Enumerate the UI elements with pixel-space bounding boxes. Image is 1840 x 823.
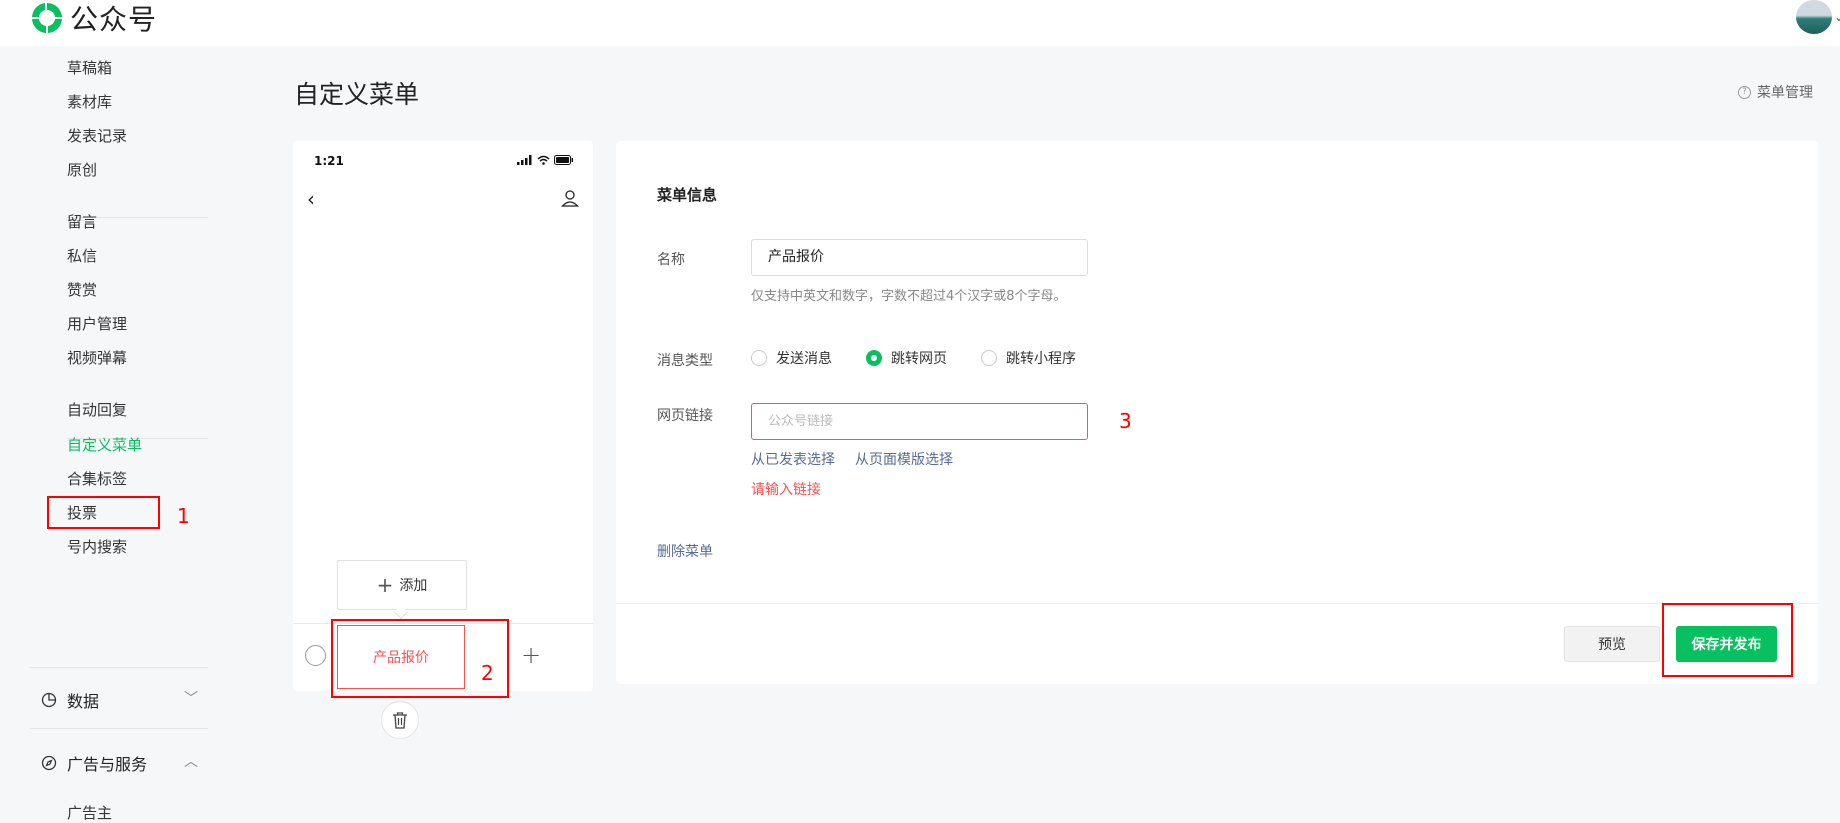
menu-management-label: 菜单管理 xyxy=(1757,85,1813,101)
phone-preview: 1:21 ‹ + 添加 产品报价 + xyxy=(293,141,593,691)
sidebar-divider xyxy=(30,667,208,668)
annotation-number: 2 xyxy=(481,661,494,685)
add-submenu-label: 添加 xyxy=(399,578,428,594)
name-hint: 仅支持中英文和数字，字数不超过4个汉字或8个字母。 xyxy=(751,289,1067,304)
brand[interactable]: 公众号 xyxy=(28,0,157,36)
phone-status-icons xyxy=(517,155,574,165)
radio-label: 跳转小程序 xyxy=(1006,351,1076,367)
top-bar: 公众号 ⌄ xyxy=(0,0,1840,46)
brand-name: 公众号 xyxy=(70,3,158,36)
sidebar-item-custom-menu[interactable]: 自定义菜单 xyxy=(67,434,142,455)
radio-label: 发送消息 xyxy=(776,351,832,367)
message-type-radio-group: 发送消息 跳转网页 跳转小程序 xyxy=(751,348,1110,368)
radio-jump-mini-program[interactable]: 跳转小程序 xyxy=(981,348,1076,368)
delete-trash-icon[interactable] xyxy=(381,701,419,739)
sidebar-group-label: 广告与服务 xyxy=(67,755,148,774)
sidebar-group-label: 数据 xyxy=(67,692,100,711)
help-icon: ? xyxy=(1738,85,1751,99)
section-title: 菜单信息 xyxy=(657,186,718,204)
avatar[interactable] xyxy=(1796,0,1832,34)
annotation-number: 3 xyxy=(1119,409,1132,433)
pie-chart-icon xyxy=(41,692,57,708)
preview-button[interactable]: 预览 xyxy=(1564,626,1660,662)
signal-icon xyxy=(517,155,532,165)
annotation-box-menu-tab xyxy=(331,619,509,698)
sidebar-item-collection-tags[interactable]: 合集标签 xyxy=(67,468,127,489)
sidebar-item-auto-reply[interactable]: 自动回复 xyxy=(67,399,127,420)
select-from-template-link[interactable]: 从页面模版选择 xyxy=(855,449,953,469)
plus-icon: + xyxy=(376,573,394,597)
trash-icon xyxy=(393,712,407,729)
delete-menu-link[interactable]: 删除菜单 xyxy=(657,541,713,561)
sidebar-item-original[interactable]: 原创 xyxy=(67,159,97,180)
annotation-number: 1 xyxy=(177,504,190,528)
sidebar-item-user-management[interactable]: 用户管理 xyxy=(67,313,127,334)
sidebar-item-advertiser[interactable]: 广告主 xyxy=(67,802,112,823)
battery-icon xyxy=(554,155,573,165)
name-label: 名称 xyxy=(657,252,685,268)
sidebar-item-in-account-search[interactable]: 号内搜索 xyxy=(67,536,127,557)
page-title: 自定义菜单 xyxy=(294,80,420,109)
sidebar-group-data[interactable]: 数据 xyxy=(41,688,99,712)
radio-circle xyxy=(751,350,767,366)
menu-name-input[interactable]: 产品报价 xyxy=(751,239,1088,276)
chevron-down-icon[interactable]: ⌄ xyxy=(1834,10,1840,24)
user-profile-icon[interactable] xyxy=(561,189,579,207)
keyboard-icon[interactable] xyxy=(305,645,326,666)
radio-label: 跳转网页 xyxy=(891,351,947,367)
url-source-links: 从已发表选择 从页面模版选择 xyxy=(751,449,953,469)
chevron-up-icon[interactable]: ︿ xyxy=(184,751,198,771)
sidebar-item-drafts[interactable]: 草稿箱 xyxy=(67,57,112,78)
phone-time: 1:21 xyxy=(314,154,344,168)
annotation-box-publish xyxy=(1662,603,1793,677)
message-type-label: 消息类型 xyxy=(657,353,713,369)
radio-circle xyxy=(981,350,997,366)
compass-icon xyxy=(41,755,57,771)
webpage-url-input[interactable] xyxy=(751,403,1088,440)
add-submenu-button[interactable]: + 添加 xyxy=(337,560,467,610)
menu-form-panel: 菜单信息 名称 产品报价 仅支持中英文和数字，字数不超过4个汉字或8个字母。 消… xyxy=(616,141,1818,684)
sidebar-item-video-danmaku[interactable]: 视频弹幕 xyxy=(67,347,127,368)
panel-footer-divider xyxy=(616,603,1818,604)
annotation-box-custom-menu xyxy=(47,496,160,529)
sidebar-item-rewards[interactable]: 赞赏 xyxy=(67,279,97,300)
url-error-message: 请输入链接 xyxy=(751,482,821,498)
menu-management-link[interactable]: ? 菜单管理 xyxy=(1738,82,1813,102)
sidebar: 草稿箱 素材库 发表记录 原创 留言 私信 赞赏 用户管理 视频弹幕 自动回复 … xyxy=(0,46,230,822)
chevron-down-icon[interactable]: ﹀ xyxy=(184,688,198,708)
add-menu-plus-icon[interactable]: + xyxy=(521,641,541,669)
wechat-official-account-logo-icon xyxy=(32,2,62,33)
sidebar-item-publish-records[interactable]: 发表记录 xyxy=(67,125,127,146)
sidebar-group-ads-services[interactable]: 广告与服务 xyxy=(41,751,147,775)
select-from-published-link[interactable]: 从已发表选择 xyxy=(751,449,835,469)
radio-jump-webpage[interactable]: 跳转网页 xyxy=(866,348,947,368)
radio-circle-selected xyxy=(866,350,882,366)
sidebar-divider xyxy=(30,728,208,729)
back-arrow-icon[interactable]: ‹ xyxy=(307,187,315,211)
sidebar-item-materials[interactable]: 素材库 xyxy=(67,91,112,112)
wifi-icon xyxy=(537,155,550,165)
sidebar-item-messages[interactable]: 私信 xyxy=(67,245,97,266)
radio-send-message[interactable]: 发送消息 xyxy=(751,348,832,368)
url-label: 网页链接 xyxy=(657,408,713,424)
sidebar-item-comments[interactable]: 留言 xyxy=(67,211,97,232)
